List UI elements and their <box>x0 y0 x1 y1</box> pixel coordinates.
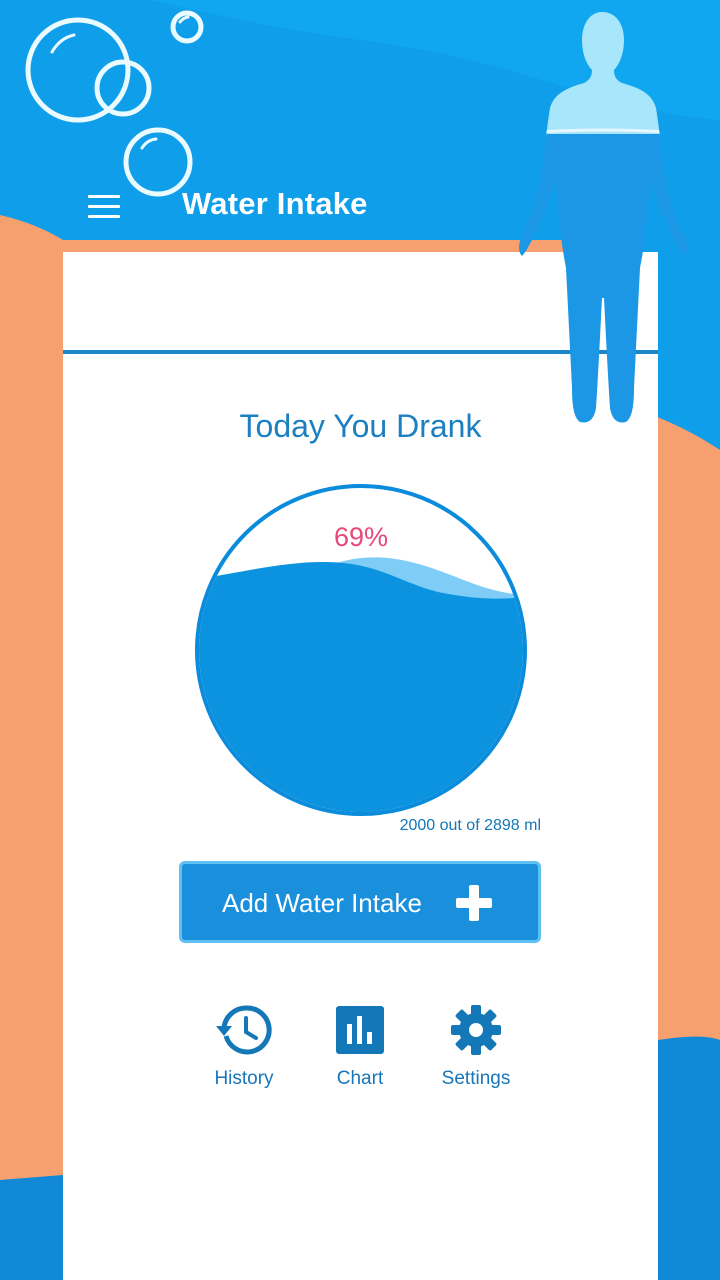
hamburger-menu-icon[interactable] <box>88 188 132 224</box>
water-fill <box>199 562 523 812</box>
add-water-intake-button[interactable]: Add Water Intake <box>179 861 541 943</box>
nav-history[interactable]: History <box>184 1002 304 1090</box>
nav-chart-label: Chart <box>336 1068 384 1089</box>
nav-chart[interactable]: Chart <box>300 1002 420 1090</box>
bar-chart-icon <box>336 1006 384 1054</box>
plus-icon <box>456 885 492 921</box>
intake-amount: 2000 out of 2898 ml <box>399 817 541 834</box>
percent-label: 69% <box>333 522 389 552</box>
body-silhouette-icon <box>519 12 687 423</box>
gear-icon <box>451 1005 501 1055</box>
nav-settings[interactable]: Settings <box>416 1002 536 1090</box>
add-water-intake-label: Add Water Intake <box>222 888 422 918</box>
history-icon <box>216 1005 272 1055</box>
app-title: Water Intake <box>182 186 368 221</box>
nav-settings-label: Settings <box>441 1068 511 1089</box>
nav-history-label: History <box>214 1068 274 1089</box>
